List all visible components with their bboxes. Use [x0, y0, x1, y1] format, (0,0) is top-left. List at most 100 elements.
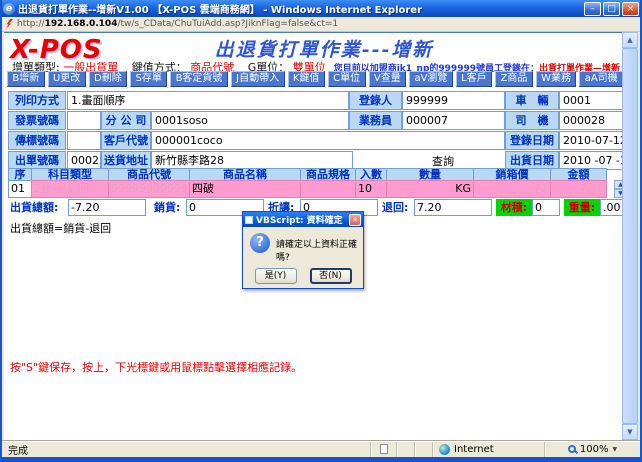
toolbar: B增新 U更改 D刪除 S存單 B客定貨號 J自動帶入 K鍵值 C單位 V查量 …: [7, 71, 623, 87]
salesman-label: 業務員: [349, 111, 402, 130]
dialog-body: ? 請確定以上資料正確嗎?: [243, 227, 363, 263]
ie-window: e 出退貨打單作業--增新V1.00 【X-POS 雲端商務網】 - Windo…: [0, 0, 642, 462]
customer-code-label: 客戶代號: [101, 131, 151, 150]
cell-box-price: 72: [473, 180, 551, 198]
yes-button[interactable]: 是(Y): [255, 268, 297, 284]
total-input[interactable]: -7.20: [68, 199, 146, 216]
toolbar-button-driver[interactable]: aA司機: [579, 71, 623, 87]
total-formula: 出貨總額=銷貨-退回: [10, 220, 111, 236]
scrollbar-thumb[interactable]: [622, 48, 638, 424]
window-bottom-border: [0, 457, 642, 462]
volume-label: 材積:: [496, 199, 532, 216]
dialog-app-icon: [245, 216, 253, 224]
toolbar-button-delete[interactable]: D刪除: [89, 71, 127, 87]
status-text: 完成: [2, 442, 370, 457]
zone-label: Internet: [454, 444, 494, 455]
cell-per-qty: 10: [355, 180, 387, 198]
scroll-up-icon[interactable]: ▲: [622, 32, 638, 48]
dialog-title: VBScript: 資料確定: [256, 213, 346, 226]
status-pane-page: [370, 442, 396, 457]
toolbar-button-add[interactable]: B增新: [7, 71, 45, 87]
driver-input[interactable]: 000028: [559, 111, 624, 130]
query-link[interactable]: 查詢: [432, 153, 454, 169]
total-label: 出貨總額:: [10, 199, 68, 216]
page-content: X-POS 出退貨打單作業---增新 增單類型: 一般出貨單 鍵值方式： 商品代…: [4, 32, 626, 440]
dialog-close-icon[interactable]: ×: [349, 214, 361, 226]
page-security-icon: [6, 19, 13, 29]
cell-category: 2什-易品回: [31, 180, 109, 198]
vehicle-label: 車 輛: [505, 91, 559, 110]
zoom-dropdown-icon[interactable]: ▼: [612, 446, 617, 453]
toolbar-button-autofill[interactable]: J自動帶入: [231, 71, 285, 87]
toolbar-button-custom-code[interactable]: B客定貨號: [170, 71, 228, 87]
branch-label: 分 公 司: [101, 111, 151, 130]
toolbar-button-customer[interactable]: L客戶: [456, 71, 492, 87]
zoom-pane[interactable]: 100% ▼: [544, 442, 640, 457]
cell-code: 9999999999973: [108, 180, 190, 198]
cell-spec: [300, 180, 356, 198]
document-icon: [380, 444, 388, 454]
vertical-scrollbar[interactable]: ▲ ▼: [622, 32, 638, 440]
toolbar-button-save[interactable]: S存單: [130, 71, 167, 87]
magnifier-icon: [568, 445, 576, 453]
status-pane-empty2: [414, 442, 432, 457]
dialog-message: 請確定以上資料正確嗎?: [276, 233, 358, 263]
keyboard-hint: 按"S"鍵保存，按上，下光標鍵或用鼠標點擊選擇相應記錄。: [10, 359, 302, 375]
toolbar-button-salesman[interactable]: W業務: [536, 71, 577, 87]
ie-logo-icon: e: [3, 3, 15, 15]
return-input[interactable]: 7.20: [414, 199, 492, 216]
url-scheme: http://: [17, 19, 45, 29]
address-url[interactable]: http://192.168.0.104/tw/s_CData/ChuTuiAd…: [17, 19, 338, 29]
branch-input[interactable]: 0001soso: [151, 111, 349, 130]
globe-icon: [439, 444, 450, 455]
toolbar-button-browse[interactable]: aV瀏覽: [409, 71, 453, 87]
salesman-input[interactable]: 000007: [402, 111, 505, 130]
volume-input[interactable]: 0: [532, 199, 560, 216]
status-bar: 完成 Internet 100% ▼: [2, 440, 640, 457]
page-title: 出退貨打單作業---增新: [144, 35, 504, 62]
cell-qty-unit: KG: [386, 180, 474, 198]
print-mode-input[interactable]: 1.畫面順序: [67, 91, 349, 110]
toolbar-button-update[interactable]: U更改: [48, 71, 86, 87]
cell-name: 四破: [189, 180, 301, 198]
invoice-label: 發票號碼: [8, 111, 66, 130]
sales-label: 銷貨:: [154, 199, 186, 216]
title-bar: e 出退貨打單作業--增新V1.00 【X-POS 雲端商務網】 - Windo…: [0, 0, 642, 17]
invoice-input[interactable]: [67, 111, 101, 130]
toolbar-button-unit[interactable]: C單位: [328, 71, 366, 87]
cell-seq: 01: [8, 180, 32, 198]
weight-label: 重量:: [564, 199, 600, 216]
minimize-button[interactable]: –: [584, 2, 601, 16]
customer-code-input[interactable]: 000001coco: [151, 131, 505, 150]
dialog-buttons: 是(Y) 否(N): [243, 268, 363, 284]
close-button[interactable]: ×: [622, 2, 639, 16]
table-row[interactable]: 01 2什-易品回 9999999999973 四破 10 KG 72 7.20: [8, 180, 607, 198]
dialog-title-bar: VBScript: 資料確定 ×: [243, 212, 363, 227]
status-pane-empty1: [396, 442, 414, 457]
zoom-level: 100%: [580, 444, 609, 455]
window-controls: – □ ×: [584, 2, 639, 16]
registrant-input[interactable]: 999999: [402, 91, 505, 110]
security-zone-pane: Internet: [432, 442, 544, 457]
url-host: 192.168.0.104: [45, 19, 118, 29]
vehicle-input[interactable]: 0001: [559, 91, 624, 110]
reg-date-input[interactable]: 2010-07-12: [559, 131, 624, 150]
toolbar-button-keyvalue[interactable]: K鍵值: [288, 71, 325, 87]
window-title: 出退貨打單作業--增新V1.00 【X-POS 雲端商務網】 - Windows…: [18, 1, 581, 16]
vbscript-dialog: VBScript: 資料確定 × ? 請確定以上資料正確嗎? 是(Y) 否(N): [242, 211, 364, 289]
reg-date-label: 登錄日期: [505, 131, 559, 150]
registrant-label: 登錄人: [349, 91, 402, 110]
maximize-button[interactable]: □: [603, 2, 620, 16]
question-icon: ?: [250, 233, 270, 253]
url-path: /tw/s_CData/ChuTuiAdd.asp?JiknFlag=false…: [117, 19, 338, 29]
cell-amount: 7.20: [550, 180, 607, 198]
toolbar-button-product[interactable]: Z商品: [495, 71, 533, 87]
driver-label: 司 機: [505, 111, 559, 130]
slip-number-label: 傳標號碼: [8, 131, 66, 150]
scroll-down-icon[interactable]: ▼: [622, 424, 638, 440]
return-label: 退回:: [382, 199, 414, 216]
print-mode-label: 列印方式: [8, 91, 66, 110]
slip-number-input[interactable]: [67, 131, 101, 150]
no-button[interactable]: 否(N): [310, 268, 352, 284]
toolbar-button-checkqty[interactable]: V查量: [369, 71, 407, 87]
